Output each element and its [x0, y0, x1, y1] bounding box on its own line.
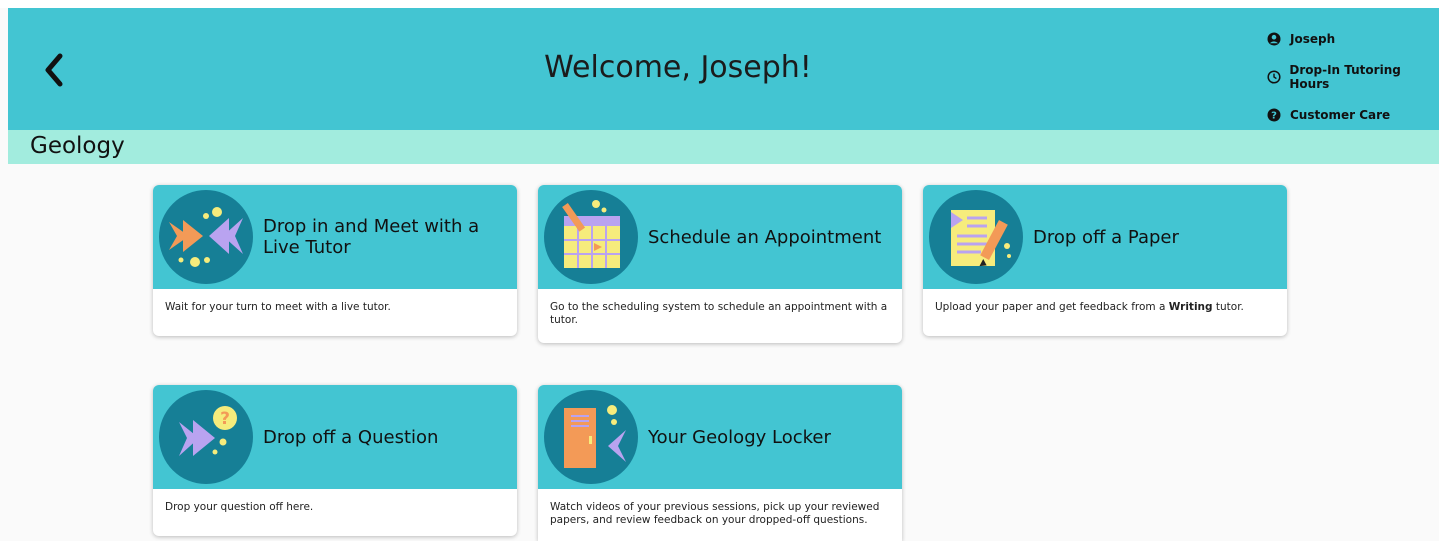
subject-title: Geology [30, 133, 125, 159]
card-paper[interactable]: Drop off a Paper Upload your paper and g… [923, 185, 1287, 336]
page-title: Welcome, Joseph! [544, 50, 812, 85]
card-description: Wait for your turn to meet with a live t… [165, 301, 391, 313]
card-title: Drop off a Paper [1033, 226, 1179, 248]
user-name: Joseph [1290, 32, 1336, 46]
hours-label: Drop-In Tutoring Hours [1289, 63, 1401, 91]
user-menu-item-profile[interactable]: Joseph [1266, 20, 1439, 58]
calendar-icon [544, 190, 638, 284]
card-description: Drop your question off here. [165, 501, 314, 513]
card-title: Drop in and Meet with a Live Tutor [263, 216, 480, 258]
card-schedule[interactable]: Schedule an Appointment Go to the schedu… [538, 185, 902, 343]
subject-bar: Geology [8, 130, 1439, 164]
card-header: Schedule an Appointment [538, 185, 902, 289]
live-tutor-icon [159, 190, 253, 284]
card-description: Go to the scheduling system to schedule … [550, 301, 888, 326]
user-circle-icon [1266, 31, 1282, 47]
card-locker[interactable]: Your Geology Locker Watch videos of your… [538, 385, 902, 541]
user-menu-item-care[interactable]: ? Customer Care [1266, 96, 1439, 134]
card-title: Schedule an Appointment [648, 226, 882, 248]
question-fish-icon: ? [159, 390, 253, 484]
clock-icon [1266, 69, 1281, 85]
card-question[interactable]: ? Drop off a Question Drop your question… [153, 385, 517, 536]
top-strip [0, 0, 1439, 8]
writing-emphasis: Writing [1168, 301, 1213, 313]
desc-text: Upload your paper and get feedback from … [935, 301, 1169, 313]
svg-text:?: ? [1271, 110, 1277, 121]
card-title: Drop off a Question [263, 426, 439, 448]
locker-icon [544, 390, 638, 484]
user-menu: Joseph Drop-In Tutoring Hours ? Customer… [1266, 20, 1439, 134]
card-description: Upload your paper and get feedback from … [923, 289, 1287, 322]
card-drop-in[interactable]: Drop in and Meet with a Live Tutor Wait … [153, 185, 517, 336]
question-circle-icon: ? [1266, 107, 1282, 123]
care-label: Customer Care [1290, 108, 1391, 122]
card-description: Watch videos of your previous sessions, … [550, 501, 880, 526]
card-header: Your Geology Locker [538, 385, 902, 489]
card-header: Drop in and Meet with a Live Tutor [153, 185, 517, 289]
user-menu-item-hours[interactable]: Drop-In Tutoring Hours [1266, 58, 1439, 96]
header: Welcome, Joseph! Joseph Drop-In Tutoring… [8, 8, 1439, 130]
desc-text: tutor. [1212, 301, 1244, 313]
card-header: Drop off a Paper [923, 185, 1287, 289]
paper-pencil-icon [929, 190, 1023, 284]
card-title: Your Geology Locker [648, 426, 831, 448]
card-header: ? Drop off a Question [153, 385, 517, 489]
svg-text:?: ? [220, 409, 230, 429]
